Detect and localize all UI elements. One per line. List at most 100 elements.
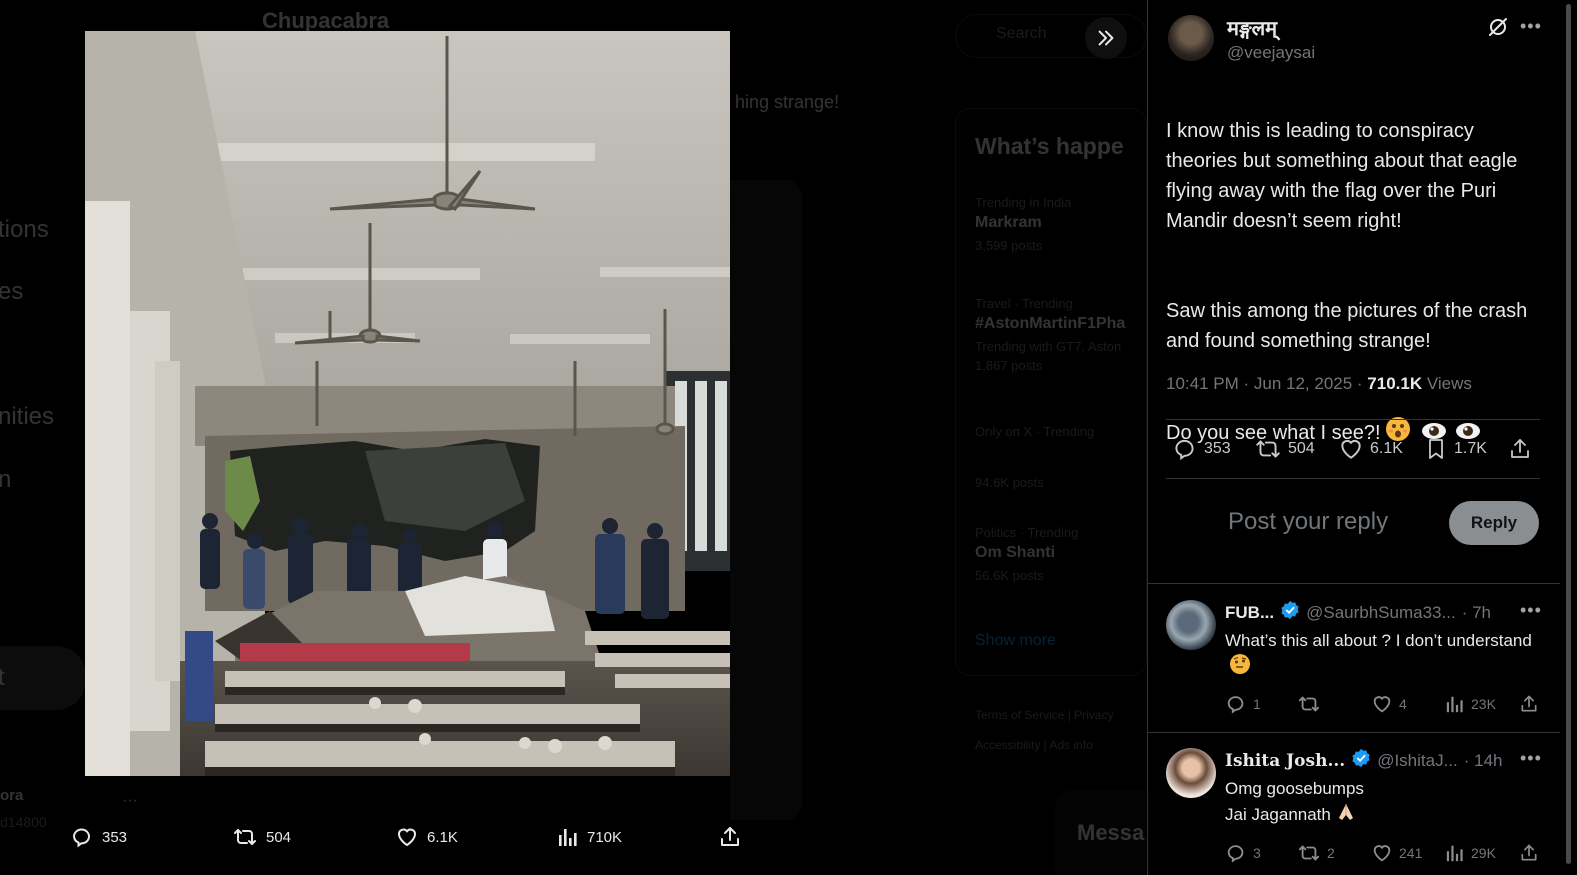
reply-share-button[interactable] — [1519, 838, 1539, 868]
double-chevron-right-icon — [1098, 30, 1114, 46]
nav-item-premium[interactable]: n — [0, 466, 11, 494]
media-reply-button[interactable]: 353 — [70, 812, 127, 862]
reply-reply-button[interactable]: 1 — [1225, 689, 1261, 719]
expand-panel-button[interactable] — [1085, 17, 1127, 59]
author-handle[interactable]: @veejaysai — [1227, 43, 1315, 63]
media-like-count: 6.1K — [427, 828, 458, 846]
reply-text: What’s this all about ? I don’t understa… — [1225, 628, 1545, 682]
reply-button[interactable]: 353 — [1172, 420, 1231, 478]
photo-illustration — [85, 31, 730, 776]
reply-header: Ishita Josh... @IshitaJ... · 14h — [1225, 748, 1503, 773]
reply-author-name[interactable]: FUB... — [1225, 603, 1274, 623]
account-more-icon[interactable]: ··· — [122, 792, 138, 810]
grok-icon[interactable] — [1487, 16, 1509, 43]
media-share-button[interactable] — [718, 812, 742, 862]
nav-item-messages[interactable]: es — [0, 278, 23, 306]
author-name[interactable]: मङ्गलम् — [1227, 14, 1277, 41]
trend-item[interactable]: Politics · Trending Om Shanti 56.6K post… — [975, 525, 1147, 583]
tweet-stats-bar: 353 504 6.1K 1.7K — [1166, 420, 1540, 478]
tweet-paragraph: Saw this among the pictures of the crash… — [1166, 300, 1528, 352]
reply-more-icon[interactable]: ••• — [1520, 748, 1542, 769]
reply-actions: 1 4 23K — [1225, 689, 1545, 719]
bookmark-button[interactable]: 1.7K — [1424, 420, 1487, 478]
trends-heading: What’s happe — [975, 133, 1124, 159]
reply-like-button[interactable]: 4 — [1371, 689, 1407, 719]
folded-hands-icon — [1335, 801, 1357, 830]
reply-submit-button[interactable]: Reply — [1449, 501, 1539, 545]
tweet-paragraph: I know this is leading to conspiracy the… — [1166, 120, 1518, 232]
messages-drawer[interactable]: Messa — [1055, 790, 1147, 875]
reply-like-button[interactable]: 241 — [1371, 838, 1422, 868]
media-views-button[interactable]: 710K — [557, 812, 622, 862]
nav-item-active[interactable]: t — [0, 664, 5, 692]
heart-icon — [397, 828, 417, 847]
views-icon — [1446, 845, 1463, 862]
reply-count: 353 — [1204, 440, 1231, 457]
verified-badge-icon — [1280, 600, 1300, 625]
reply-header: FUB... @SaurbhSuma33... · 7h — [1225, 600, 1491, 625]
reply-avatar[interactable] — [1166, 600, 1216, 650]
share-icon — [721, 827, 739, 846]
reply-avatar[interactable] — [1166, 748, 1216, 798]
more-options-icon[interactable]: ••• — [1520, 16, 1542, 37]
like-button[interactable]: 6.1K — [1338, 420, 1403, 478]
share-button[interactable] — [1508, 420, 1532, 478]
reply-icon — [1227, 696, 1244, 714]
reply-item[interactable]: Ishita Josh... @IshitaJ... · 14h ••• Omg… — [1148, 732, 1561, 875]
background-snippet: hing strange! — [735, 92, 840, 112]
show-more-link[interactable]: Show more — [975, 632, 1056, 650]
tweet-views-count: 710.1K — [1367, 374, 1423, 393]
heart-icon — [1341, 439, 1361, 459]
media-action-bar: 353 504 6.1K 710K — [0, 812, 760, 862]
reply-repost-button[interactable] — [1297, 689, 1327, 719]
reply-more-icon[interactable]: ••• — [1520, 600, 1542, 621]
reply-views-button[interactable]: 23K — [1445, 689, 1496, 719]
repost-icon — [1298, 696, 1320, 712]
reply-icon — [72, 828, 91, 848]
scrollbar[interactable] — [1560, 0, 1577, 875]
reply-input[interactable]: Post your reply — [1228, 508, 1388, 536]
reply-author-handle[interactable]: @SaurbhSuma33... — [1306, 603, 1456, 623]
reply-author-name[interactable]: Ishita Josh... — [1225, 751, 1345, 771]
views-icon — [1446, 696, 1463, 713]
reply-repost-button[interactable]: 2 — [1297, 838, 1335, 868]
repost-icon — [234, 829, 256, 845]
repost-button[interactable]: 504 — [1254, 420, 1315, 478]
trend-item[interactable]: Trending in India Markram 3,599 posts — [975, 195, 1147, 253]
media-repost-button[interactable]: 504 — [232, 812, 291, 862]
reply-author-handle[interactable]: @IshitaJ... — [1377, 751, 1458, 771]
nav-item-notifications[interactable]: tions — [0, 216, 49, 244]
tweet-text: I know this is leading to conspiracy the… — [1166, 86, 1546, 451]
reply-actions: 3 2 241 29K — [1225, 838, 1545, 868]
account-name: ora — [0, 787, 24, 804]
media-like-button[interactable]: 6.1K — [395, 812, 458, 862]
views-icon — [559, 829, 577, 846]
trend-item[interactable]: Only on X · Trending 94.6K posts — [975, 424, 1147, 490]
scrollbar-thumb[interactable] — [1566, 4, 1571, 864]
share-icon — [1521, 844, 1537, 861]
tweet-timestamp[interactable]: 10:41 PM · Jun 12, 2025 · — [1166, 374, 1367, 393]
user-avatar — [1168, 508, 1208, 548]
footer-links[interactable]: Terms of Service | Privacy Accessibility… — [975, 700, 1147, 760]
share-icon — [1521, 695, 1537, 712]
reply-views-button[interactable]: 29K — [1445, 838, 1496, 868]
trend-item[interactable]: Travel · Trending #AstonMartinF1Pha Tren… — [975, 296, 1147, 373]
author-avatar[interactable] — [1168, 15, 1214, 61]
reply-age[interactable]: · 7h — [1462, 603, 1491, 623]
heart-icon — [1373, 845, 1391, 862]
bookmark-icon — [1429, 439, 1443, 459]
reply-icon — [1227, 845, 1244, 863]
reply-age[interactable]: · 14h — [1464, 751, 1503, 771]
thinking-face-icon — [1229, 653, 1251, 682]
reply-item[interactable]: FUB... @SaurbhSuma33... · 7h ••• What’s … — [1148, 584, 1561, 732]
nav-item-communities[interactable]: nities — [0, 403, 54, 431]
reply-text: Omg goosebumps Jai Jagannath — [1225, 776, 1545, 830]
tweet-views-label: Views — [1422, 374, 1472, 393]
tweet-photo[interactable] — [85, 31, 730, 776]
trends-panel — [955, 108, 1147, 676]
tweet-detail-panel: मङ्गलम् @veejaysai ••• I know this is le… — [1147, 0, 1561, 875]
reply-reply-button[interactable]: 3 — [1225, 838, 1261, 868]
repost-count: 504 — [1288, 440, 1315, 457]
media-repost-count: 504 — [266, 828, 292, 846]
reply-share-button[interactable] — [1519, 689, 1539, 719]
